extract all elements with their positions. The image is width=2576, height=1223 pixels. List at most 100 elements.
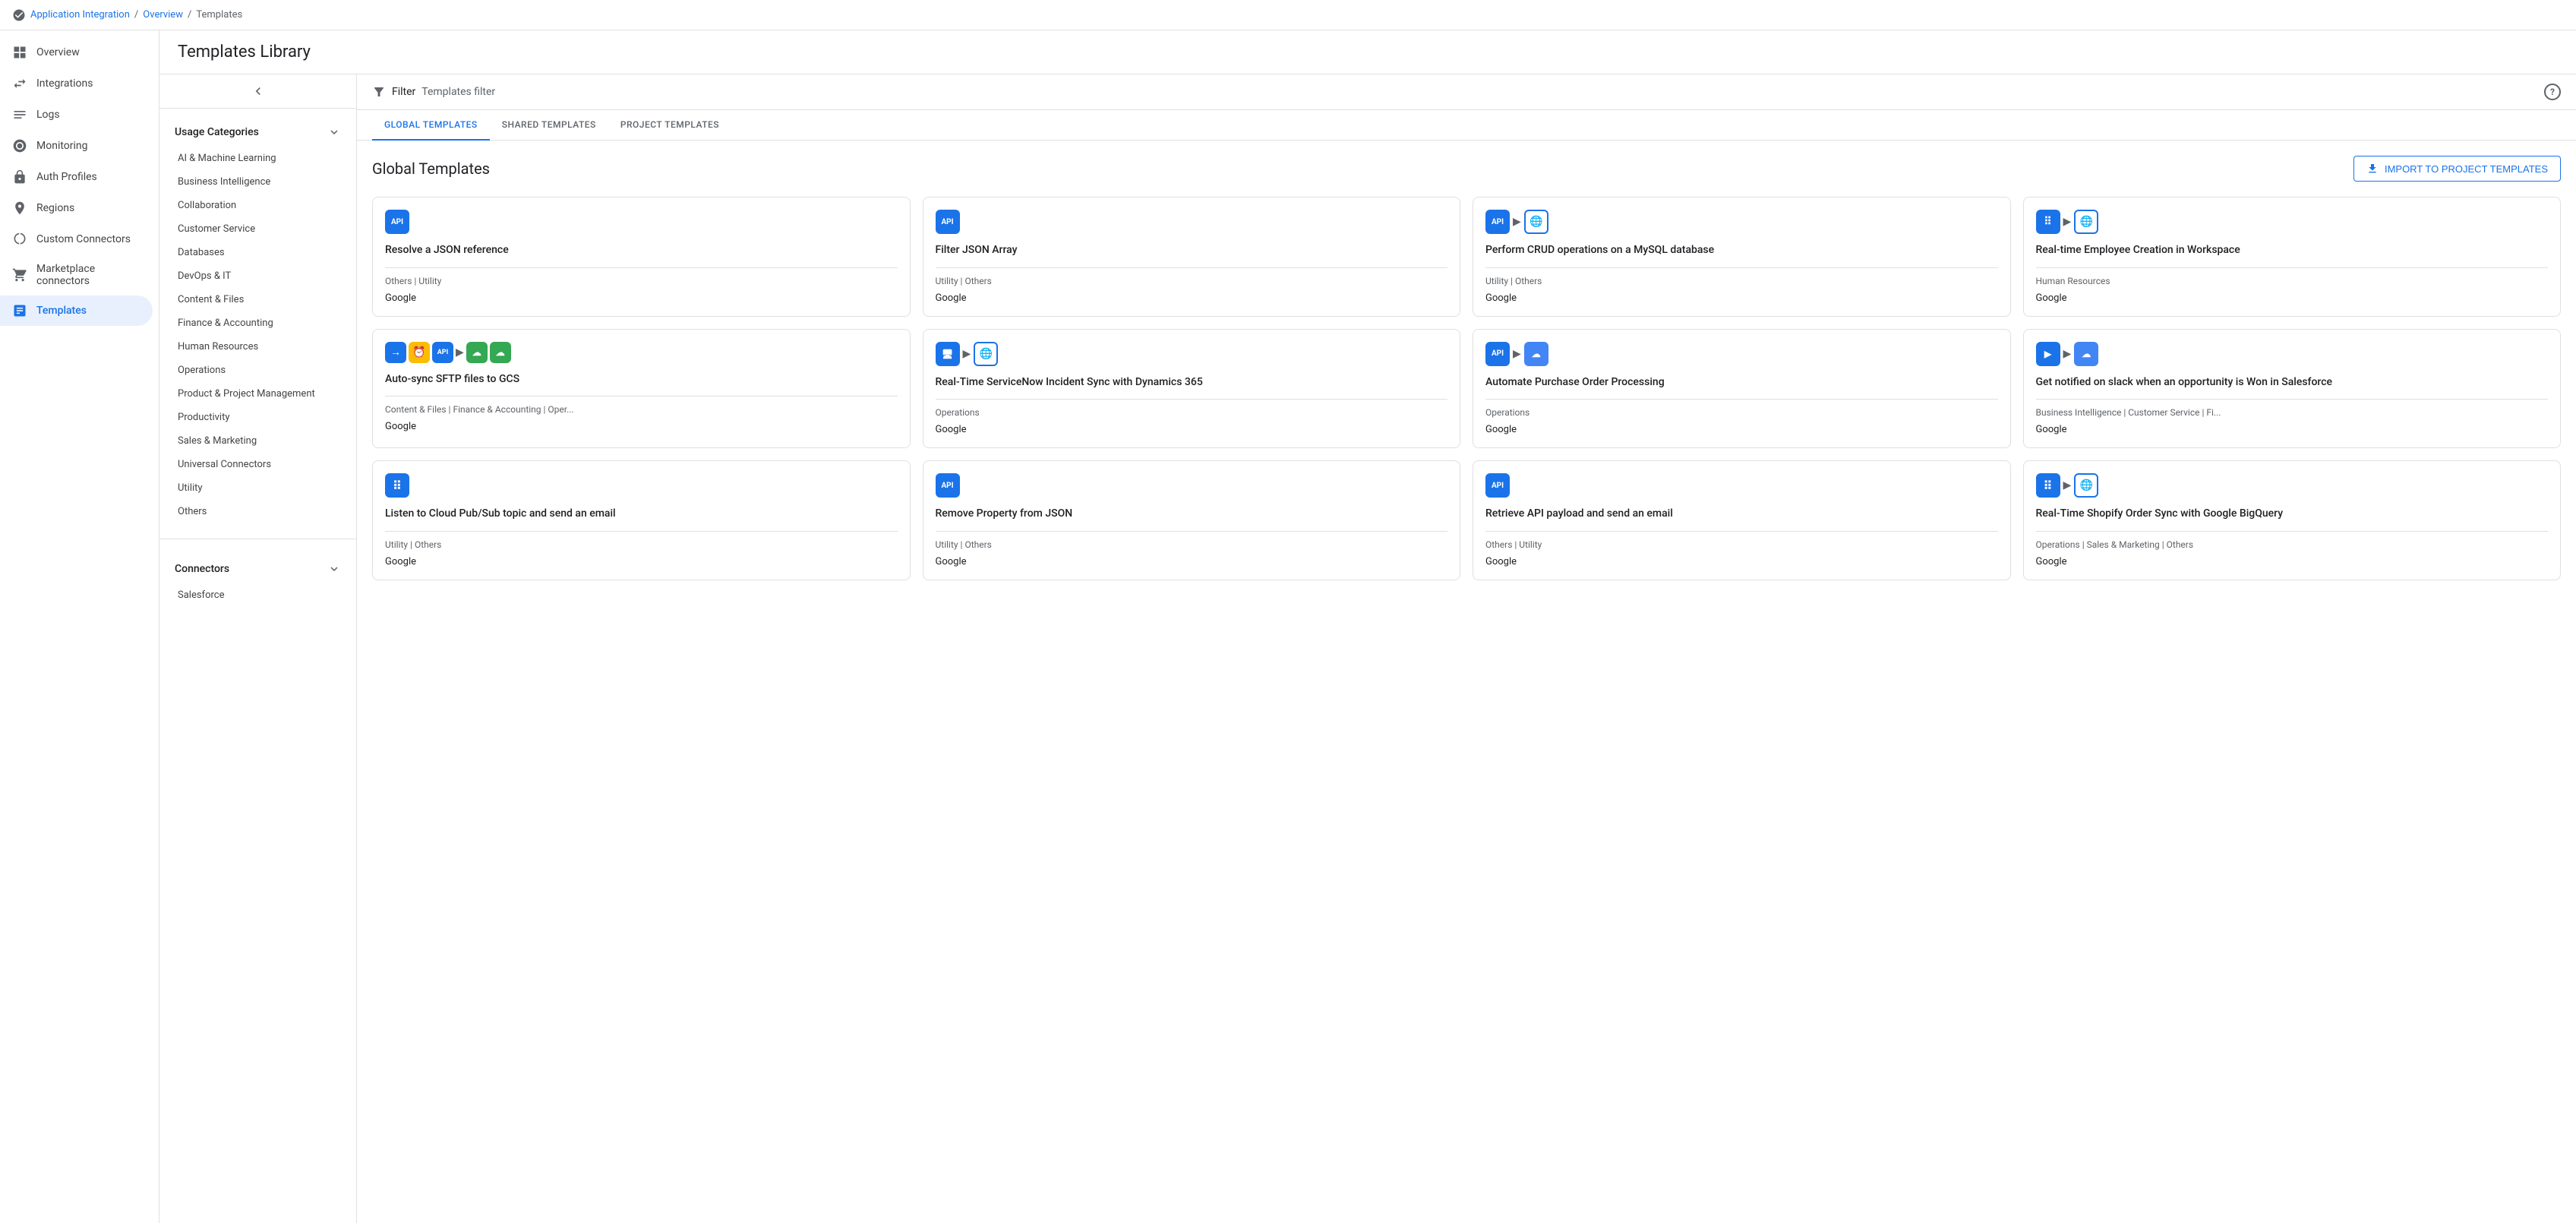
card-11-api-icon: API [1485, 473, 1510, 498]
sidebar-label-overview: Overview [36, 46, 80, 58]
sidebar-item-regions[interactable]: Regions [0, 193, 153, 223]
filter-placeholder: Templates filter [421, 86, 495, 98]
integrations-icon [12, 76, 27, 91]
filter-collaboration[interactable]: Collaboration [159, 194, 356, 217]
card-11-title: Retrieve API payload and send an email [1485, 507, 1998, 522]
card-4-author: Google [2036, 292, 2549, 304]
card-5-api-icon: API [432, 342, 453, 363]
card-5-arrow-icon: → [385, 342, 406, 363]
usage-categories-section: Usage Categories AI & Machine Learning B… [159, 109, 356, 532]
sidebar-item-integrations[interactable]: Integrations [0, 68, 153, 99]
sidebar-item-templates[interactable]: Templates [0, 295, 153, 326]
card-8-cloud-icon: ☁ [2074, 342, 2098, 366]
card-12-tags: Operations | Sales & Marketing | Others [2036, 539, 2549, 550]
template-card-4[interactable]: ⠿ ▶ 🌐 Real-time Employee Creation in Wor… [2023, 197, 2562, 317]
card-1-tags: Others | Utility [385, 276, 898, 286]
card-12-mesh-icon: ⠿ [2036, 473, 2060, 498]
card-10-api-icon: API [936, 473, 960, 498]
card-1-author: Google [385, 292, 898, 304]
filter-content-files[interactable]: Content & Files [159, 288, 356, 311]
card-4-globe-icon: 🌐 [2074, 210, 2098, 234]
card-6-title: Real-Time ServiceNow Incident Sync with … [936, 375, 1448, 390]
card-3-arrow: ▶ [1513, 216, 1521, 228]
breadcrumb-overview[interactable]: Overview [143, 9, 183, 21]
filter-panel: Usage Categories AI & Machine Learning B… [159, 74, 357, 1223]
template-card-10[interactable]: API Remove Property from JSON Utility | … [923, 460, 1461, 580]
filter-human-resources[interactable]: Human Resources [159, 335, 356, 359]
card-12-author: Google [2036, 556, 2549, 567]
connectors-header[interactable]: Connectors [159, 555, 356, 583]
filter-salesforce[interactable]: Salesforce [159, 583, 356, 607]
card-3-api-icon: API [1485, 210, 1510, 234]
sidebar-item-logs[interactable]: Logs [0, 100, 153, 130]
filter-bi[interactable]: Business Intelligence [159, 170, 356, 194]
filter-databases[interactable]: Databases [159, 241, 356, 264]
card-7-arrow: ▶ [1513, 348, 1521, 360]
card-6-author: Google [936, 424, 1448, 435]
template-card-6[interactable]: 🖥 ▶ 🌐 Real-Time ServiceNow Incident Sync… [923, 329, 1461, 449]
card-3-title: Perform CRUD operations on a MySQL datab… [1485, 243, 1998, 258]
connectors-label: Connectors [175, 563, 229, 575]
collapse-button[interactable] [159, 74, 356, 109]
tab-shared[interactable]: SHARED TEMPLATES [490, 110, 608, 141]
filter-ai-ml[interactable]: AI & Machine Learning [159, 147, 356, 170]
templates-panel: Filter Templates filter ? GLOBAL TEMPLAT… [357, 74, 2576, 1223]
logs-icon [12, 107, 27, 122]
card-10-author: Google [936, 556, 1448, 567]
overview-icon [12, 45, 27, 60]
templates-icon [12, 303, 27, 318]
card-1-title: Resolve a JSON reference [385, 243, 898, 258]
sidebar-label-custom-connectors: Custom Connectors [36, 233, 131, 245]
filter-utility[interactable]: Utility [159, 476, 356, 500]
card-6-tags: Operations [936, 407, 1448, 418]
breadcrumb: Application Integration / Overview / Tem… [0, 0, 2576, 30]
page-header: Templates Library [159, 30, 2576, 74]
card-10-title: Remove Property from JSON [936, 507, 1448, 522]
usage-categories-header[interactable]: Usage Categories [159, 118, 356, 147]
filter-devops[interactable]: DevOps & IT [159, 264, 356, 288]
sidebar-item-marketplace[interactable]: Marketplace connectors [0, 255, 153, 295]
template-card-2[interactable]: API Filter JSON Array Utility | Others G… [923, 197, 1461, 317]
sidebar-item-custom-connectors[interactable]: Custom Connectors [0, 224, 153, 254]
filter-customer-service[interactable]: Customer Service [159, 217, 356, 241]
template-card-8[interactable]: ▶ ▶ ☁ Get notified on slack when an oppo… [2023, 329, 2562, 449]
sidebar-item-auth-profiles[interactable]: Auth Profiles [0, 162, 153, 192]
card-7-api-icon: API [1485, 342, 1510, 366]
auth-icon [12, 169, 27, 185]
card-7-icons: API ▶ ☁ [1485, 342, 1998, 366]
filter-others[interactable]: Others [159, 500, 356, 523]
tab-global[interactable]: GLOBAL TEMPLATES [372, 110, 490, 141]
import-button[interactable]: IMPORT TO PROJECT TEMPLATES [2353, 156, 2561, 182]
filter-operations[interactable]: Operations [159, 359, 356, 382]
template-card-11[interactable]: API Retrieve API payload and send an ema… [1473, 460, 2011, 580]
marketplace-icon [12, 267, 27, 283]
card-8-title: Get notified on slack when an opportunit… [2036, 375, 2549, 390]
template-card-3[interactable]: API ▶ 🌐 Perform CRUD operations on a MyS… [1473, 197, 2011, 317]
help-icon[interactable]: ? [2544, 84, 2561, 100]
filter-sales-marketing[interactable]: Sales & Marketing [159, 429, 356, 453]
template-card-5[interactable]: → ⏰ API ▶ ☁ ☁ Auto-sync SFTP files to GC… [372, 329, 911, 449]
template-card-9[interactable]: ⠿ Listen to Cloud Pub/Sub topic and send… [372, 460, 911, 580]
filter-finance[interactable]: Finance & Accounting [159, 311, 356, 335]
tab-project[interactable]: PROJECT TEMPLATES [608, 110, 731, 141]
sidebar-item-monitoring[interactable]: Monitoring [0, 131, 153, 161]
card-6-icons: 🖥 ▶ 🌐 [936, 342, 1448, 366]
usage-categories-label: Usage Categories [175, 126, 259, 138]
connectors-section: Connectors Salesforce [159, 545, 356, 616]
template-card-7[interactable]: API ▶ ☁ Automate Purchase Order Processi… [1473, 329, 2011, 449]
card-9-title: Listen to Cloud Pub/Sub topic and send a… [385, 507, 898, 522]
breadcrumb-app[interactable]: Application Integration [30, 9, 130, 21]
page-title: Templates Library [178, 43, 311, 62]
custom-connectors-icon [12, 232, 27, 247]
card-8-author: Google [2036, 424, 2549, 435]
filter-universal-connectors[interactable]: Universal Connectors [159, 453, 356, 476]
filter-productivity[interactable]: Productivity [159, 406, 356, 429]
filter-product-mgmt[interactable]: Product & Project Management [159, 382, 356, 406]
filter-icon [372, 85, 386, 99]
sidebar-item-overview[interactable]: Overview [0, 37, 153, 68]
regions-icon [12, 201, 27, 216]
card-3-author: Google [1485, 292, 1998, 304]
template-card-12[interactable]: ⠿ ▶ 🌐 Real-Time Shopify Order Sync with … [2023, 460, 2562, 580]
template-card-1[interactable]: API Resolve a JSON reference Others | Ut… [372, 197, 911, 317]
card-2-icons: API [936, 210, 1448, 234]
